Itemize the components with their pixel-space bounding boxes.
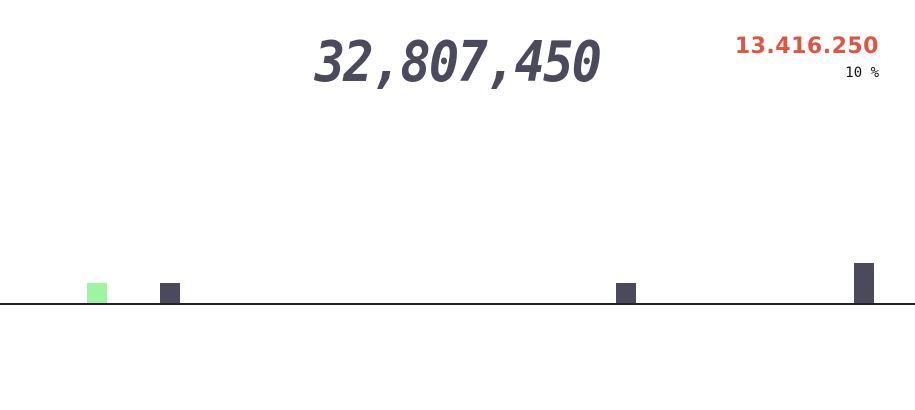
progress-percent: 10 %	[845, 65, 879, 81]
player-block	[87, 283, 107, 303]
obstacle-block	[616, 283, 636, 303]
ground-line	[0, 303, 915, 305]
best-score-display: 13.416.250	[734, 34, 879, 59]
obstacle-block	[160, 283, 180, 303]
obstacle-block	[854, 263, 874, 303]
